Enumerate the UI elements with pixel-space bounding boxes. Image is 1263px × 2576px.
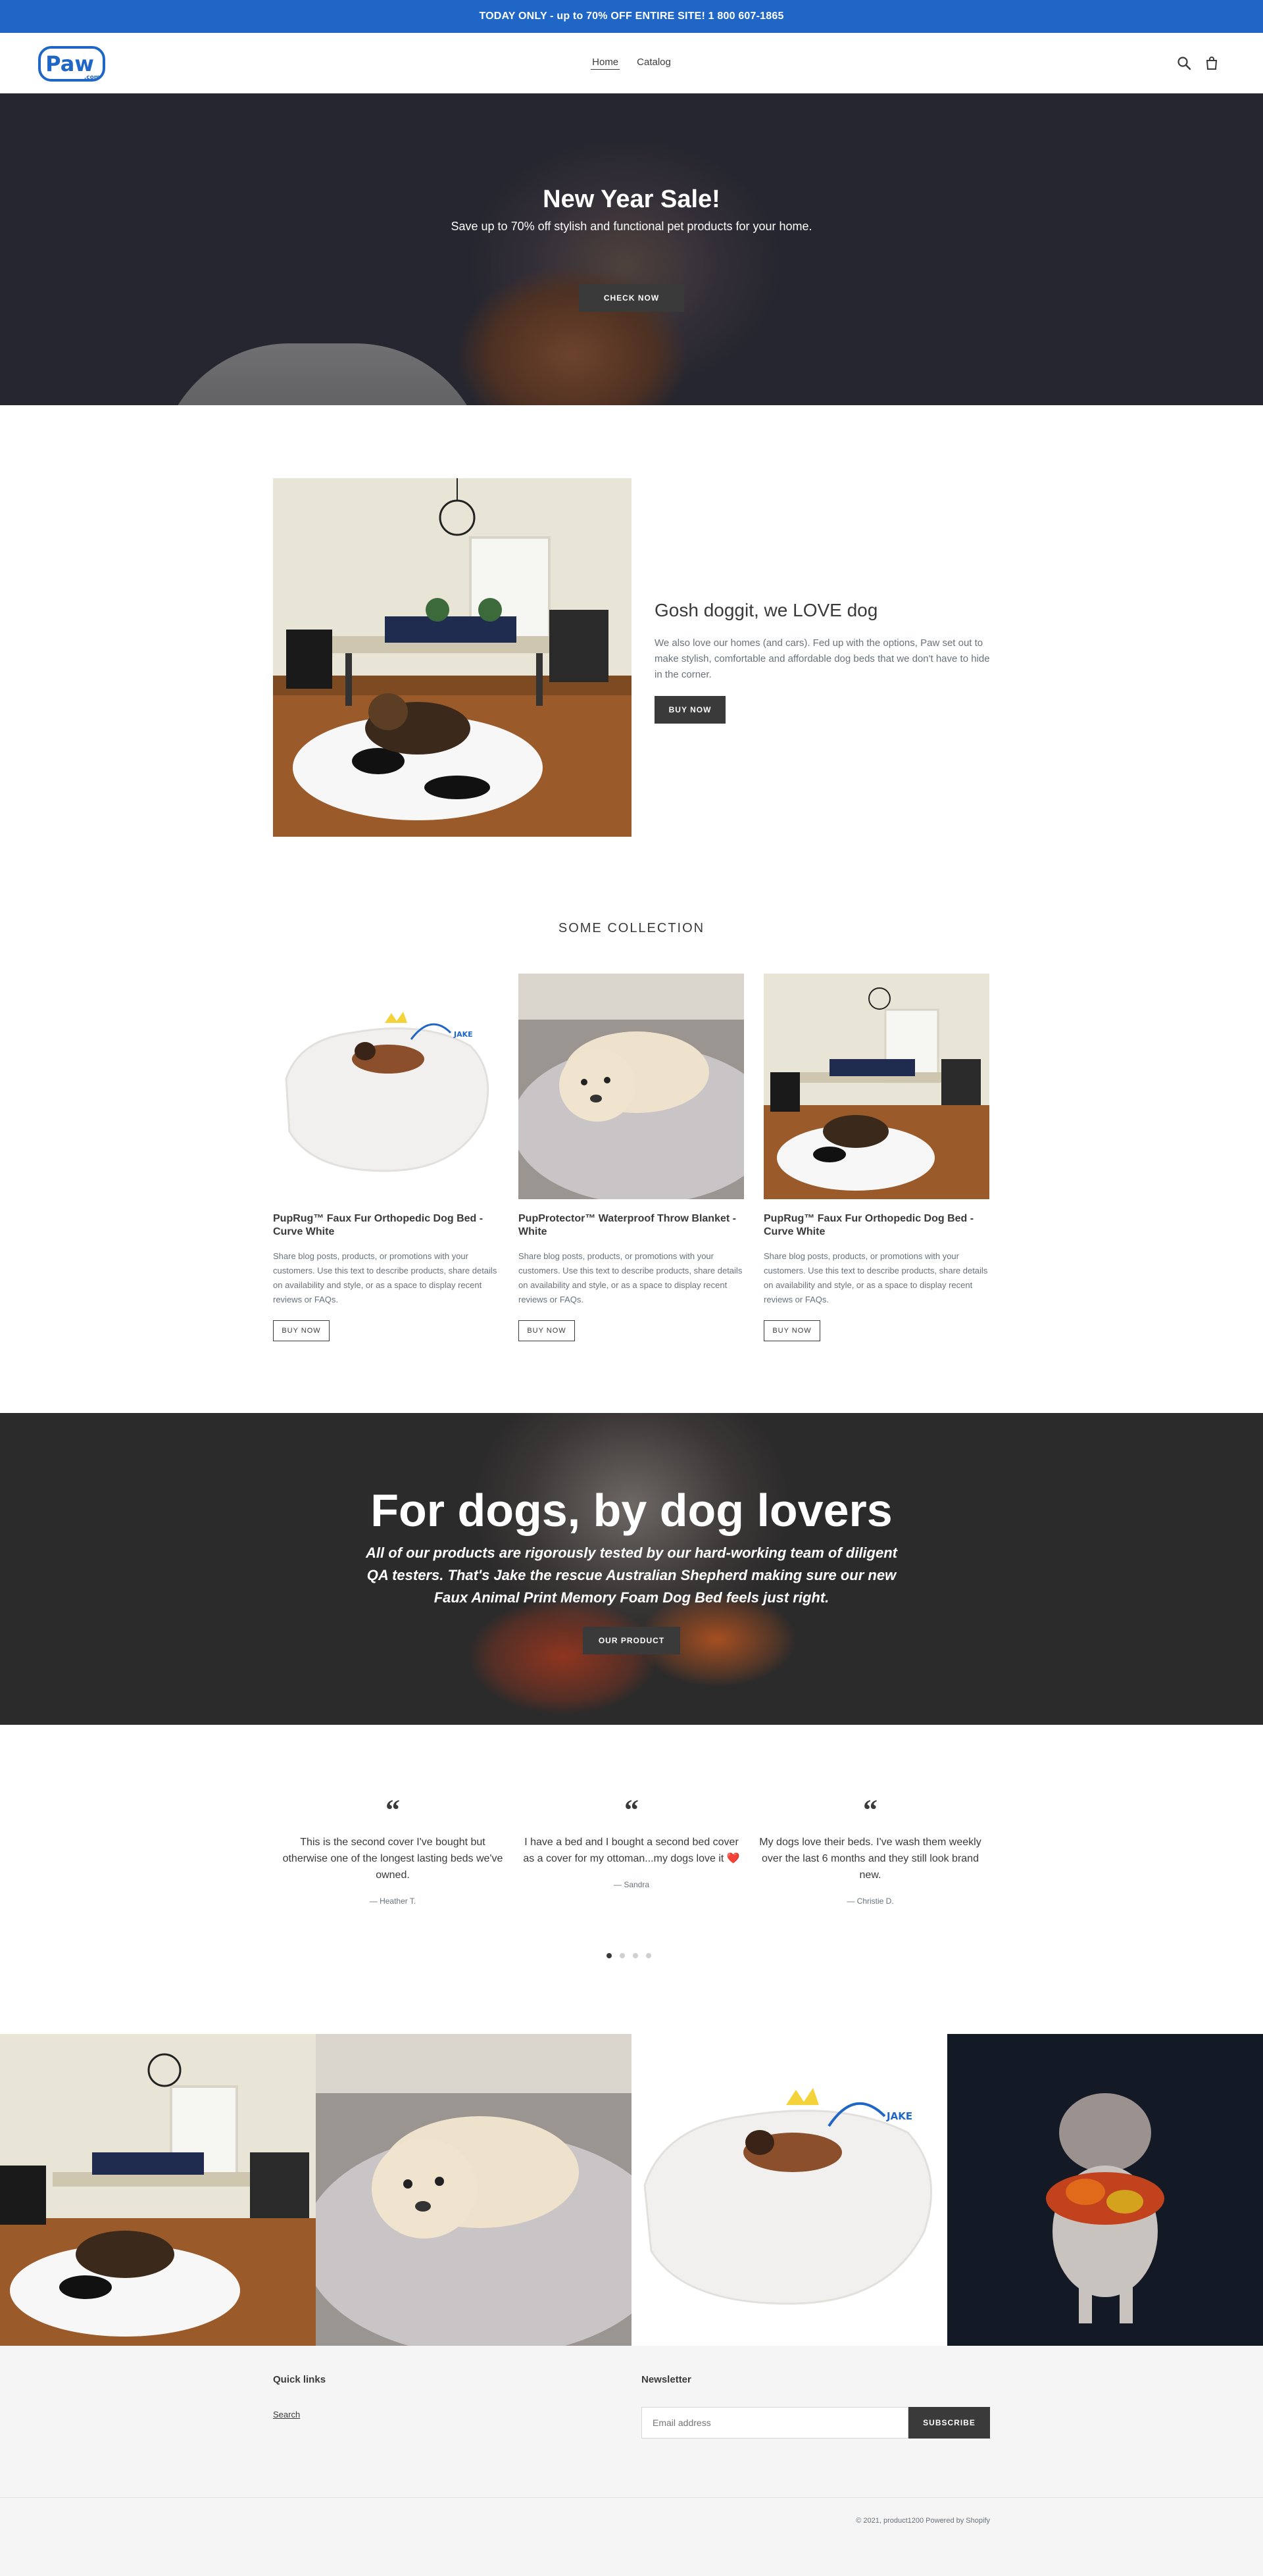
check-now-button[interactable]: CHECK NOW — [579, 284, 684, 312]
feature-text-block: Gosh doggit, we LOVE dog We also love ou… — [655, 600, 990, 724]
nav-home[interactable]: Home — [591, 55, 620, 70]
hero-overlay — [0, 93, 1263, 405]
site-header: Paw .com Home Catalog — [0, 33, 1263, 93]
main-nav: Home Catalog — [0, 55, 1263, 70]
testimonial: “ My dogs love their beds. I've wash the… — [758, 1794, 982, 1906]
testimonial-text: My dogs love their beds. I've wash them … — [759, 1837, 981, 1881]
product-image[interactable] — [518, 974, 744, 1199]
image-banner: For dogs, by dog lovers All of our produ… — [0, 1413, 1263, 1725]
image-gallery: JAKE — [0, 2034, 1263, 2346]
testimonial-author: — Heather T. — [369, 1896, 416, 1906]
image-tag: JAKE — [453, 1030, 473, 1039]
our-product-button[interactable]: OUR PRODUCT — [583, 1627, 680, 1654]
logo-sub: .com — [84, 74, 100, 81]
announcement-bar: TODAY ONLY - up to 70% OFF ENTIRE SITE! … — [0, 0, 1263, 33]
buy-now-button[interactable]: BUY NOW — [518, 1320, 575, 1341]
product-title[interactable]: PupRug™ Faux Fur Orthopedic Dog Bed - Cu… — [273, 1212, 499, 1239]
email-input[interactable] — [641, 2407, 908, 2439]
collection-card: JAKE PupRug™ Faux Fur Orthopedic Dog Bed… — [273, 974, 499, 1341]
testimonial-text: I have a bed and I bought a second bed c… — [523, 1837, 740, 1864]
product-description: Share blog posts, products, or promotion… — [273, 1251, 497, 1304]
hero-slideshow: New Year Sale! Save up to 70% off stylis… — [0, 93, 1263, 405]
testimonial: “ This is the second cover I've bought b… — [281, 1794, 505, 1906]
collection-title: SOME COLLECTION — [558, 921, 705, 935]
copyright: © 2021, product1200 Powered by Shopify — [856, 2517, 990, 2525]
dining-room-photo — [273, 478, 632, 837]
testimonial-text: This is the second cover I've bought but… — [282, 1837, 503, 1881]
gallery-image[interactable]: JAKE — [632, 2034, 947, 2346]
slider-dot[interactable] — [607, 1953, 612, 1958]
hero-title: New Year Sale! — [543, 186, 720, 213]
announcement-text: TODAY ONLY - up to 70% OFF ENTIRE SITE! … — [479, 11, 784, 22]
quote-icon: “ — [385, 1794, 400, 1826]
buy-now-button[interactable]: BUY NOW — [273, 1320, 330, 1341]
product-image[interactable]: JAKE — [273, 974, 499, 1199]
feature-image — [273, 478, 632, 837]
site-footer: Quick links Search Newsletter SUBSCRIBE … — [0, 2346, 1263, 2576]
footer-divider — [0, 2497, 1263, 2498]
nav-catalog[interactable]: Catalog — [635, 55, 672, 70]
product-title[interactable]: PupProtector™ Waterproof Throw Blanket -… — [518, 1212, 744, 1239]
subscribe-button[interactable]: SUBSCRIBE — [908, 2407, 990, 2439]
quote-icon: “ — [624, 1794, 639, 1826]
quick-links-title: Quick links — [273, 2374, 326, 2385]
slider-dot[interactable] — [646, 1953, 651, 1958]
testimonial-author: — Christie D. — [847, 1896, 894, 1906]
footer-link-search[interactable]: Search — [273, 2410, 300, 2419]
product-title[interactable]: PupRug™ Faux Fur Orthopedic Dog Bed - Cu… — [764, 1212, 989, 1239]
product-image[interactable] — [764, 974, 989, 1199]
search-icon[interactable] — [1176, 55, 1192, 71]
banner-title: For dogs, by dog lovers — [370, 1485, 893, 1536]
slider-dots — [607, 1953, 651, 1958]
feature-title: Gosh doggit, we LOVE dog — [655, 600, 878, 620]
feature-description: We also love our homes (and cars). Fed u… — [655, 637, 990, 680]
slider-dot[interactable] — [620, 1953, 625, 1958]
gallery-image[interactable] — [947, 2034, 1263, 2346]
testimonial-author: — Sandra — [613, 1880, 650, 1889]
product-description: Share blog posts, products, or promotion… — [518, 1251, 743, 1304]
slider-dot[interactable] — [633, 1953, 638, 1958]
buy-now-button[interactable]: BUY NOW — [655, 696, 726, 724]
product-description: Share blog posts, products, or promotion… — [764, 1251, 988, 1304]
gallery-image[interactable] — [0, 2034, 316, 2346]
image-tag: JAKE — [886, 2110, 912, 2122]
testimonial: “ I have a bed and I bought a second bed… — [520, 1794, 743, 1890]
cart-icon[interactable] — [1204, 55, 1220, 71]
collection-card: PupRug™ Faux Fur Orthopedic Dog Bed - Cu… — [764, 974, 989, 1341]
gallery-image[interactable] — [316, 2034, 632, 2346]
collection-card: PupProtector™ Waterproof Throw Blanket -… — [518, 974, 744, 1341]
quote-icon: “ — [863, 1794, 878, 1826]
newsletter-title: Newsletter — [641, 2374, 691, 2385]
buy-now-button[interactable]: BUY NOW — [764, 1320, 820, 1341]
banner-text: All of our products are rigorously teste… — [366, 1545, 897, 1606]
hero-subtitle: Save up to 70% off stylish and functiona… — [451, 220, 812, 233]
